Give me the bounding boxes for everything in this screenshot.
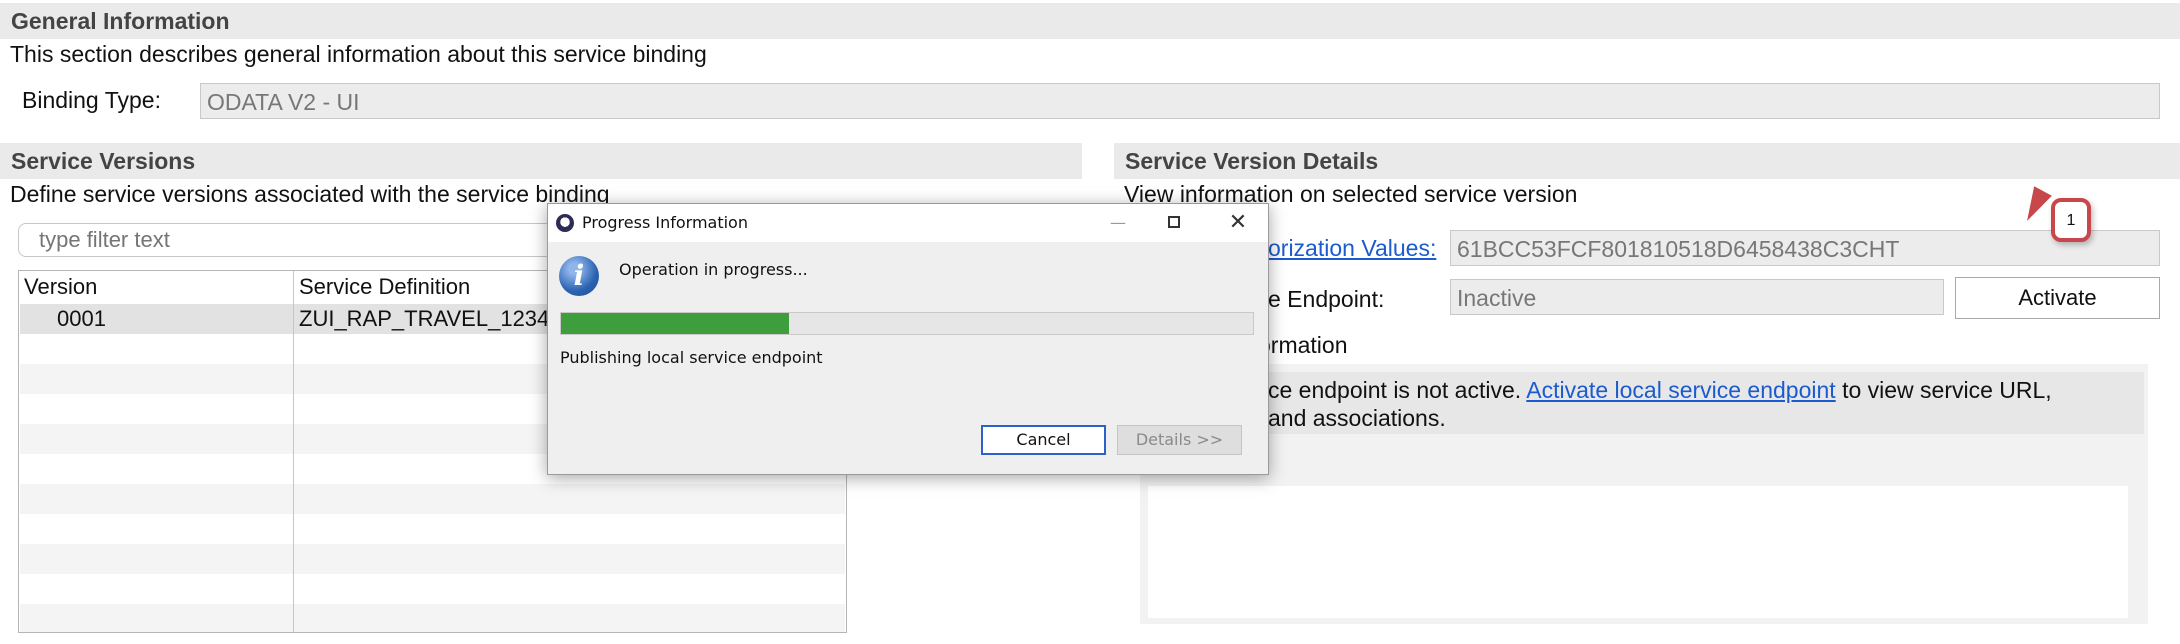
general-information-description: This section describes general informati… [10, 41, 707, 67]
service-information-message-line2: and associations. [1268, 405, 1446, 431]
service-information-message: ce endpoint is not active. Activate loca… [1268, 377, 2052, 404]
message-text-pre: ce endpoint is not active. [1268, 377, 1522, 403]
progress-status-text: Publishing local service endpoint [560, 348, 823, 367]
service-versions-header: Service Versions [0, 143, 1082, 179]
binding-type-field[interactable]: ODATA V2 - UI [200, 83, 2160, 119]
maximize-icon[interactable] [1168, 216, 1180, 228]
column-header-version[interactable]: Version [24, 274, 97, 300]
service-information-header: ormation [1258, 332, 1348, 358]
progress-bar-fill [561, 313, 790, 334]
service-definition-cell: ZUI_RAP_TRAVEL_1234 [299, 306, 550, 331]
minimize-icon[interactable]: — [1106, 204, 1130, 242]
cancel-button[interactable]: Cancel [981, 425, 1106, 455]
general-information-header: General Information [0, 3, 2180, 39]
activate-button[interactable]: Activate [1955, 277, 2160, 319]
close-icon[interactable]: ✕ [1226, 204, 1250, 242]
table-row [20, 484, 845, 514]
table-row [20, 604, 845, 632]
column-separator [293, 271, 294, 632]
service-information-content-area [1148, 486, 2128, 618]
service-information-panel: ce endpoint is not active. Activate loca… [1140, 364, 2148, 624]
progress-bar [560, 312, 1254, 335]
progress-information-dialog: Progress Information — ✕ i Operation in … [547, 203, 1269, 475]
activate-local-endpoint-link[interactable]: Activate local service endpoint [1526, 377, 1835, 403]
callout-badge: 1 [2051, 198, 2091, 242]
version-cell: 0001 [57, 306, 106, 331]
service-information-message-box: ce endpoint is not active. Activate loca… [1140, 372, 2144, 434]
binding-type-label: Binding Type: [22, 87, 161, 113]
service-versions-description: Define service versions associated with … [10, 181, 610, 207]
table-row [20, 544, 845, 574]
details-button[interactable]: Details >> [1117, 425, 1242, 455]
authorization-values-link[interactable]: orization Values: [1268, 235, 1436, 262]
column-header-service-definition[interactable]: Service Definition [299, 274, 470, 300]
eclipse-logo-icon [556, 214, 574, 232]
service-endpoint-label: e Endpoint: [1268, 286, 1385, 312]
filter-input[interactable] [18, 223, 578, 257]
message-text-post: to view service URL, [1842, 377, 2052, 403]
callout-pointer [2018, 186, 2052, 226]
service-version-details-header: Service Version Details [1114, 143, 2180, 179]
service-endpoint-field[interactable]: Inactive [1450, 279, 1944, 315]
operation-message: Operation in progress... [619, 260, 808, 279]
info-icon: i [559, 256, 599, 296]
dialog-title: Progress Information [582, 213, 748, 232]
dialog-title-bar: Progress Information — ✕ [548, 204, 1268, 242]
